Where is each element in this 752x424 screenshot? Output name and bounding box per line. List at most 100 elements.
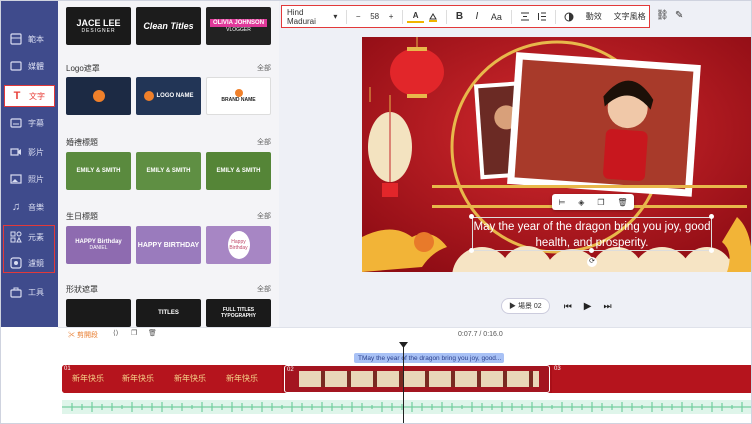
shape-thumb[interactable]: FULL TITLES TYPOGRAPHY [206,299,271,327]
text-template-thumb[interactable]: OLIVIA JOHNSON VLOGGER [206,7,271,45]
clip-frames [299,371,539,387]
sidebar-item-subtitles[interactable]: 字幕 [4,112,55,134]
divider [511,9,512,24]
edit-pen-icon[interactable]: ✎ [675,10,683,21]
delete-icon[interactable]: 🗑 [148,329,157,337]
sidebar-item-photos[interactable]: 照片 [4,168,55,190]
opacity-icon[interactable] [560,6,577,27]
sidebar-item-label: 範本 [28,34,44,44]
text-template-thumb[interactable]: Clean Titles [136,7,201,45]
bold-button[interactable]: B [451,6,468,27]
sidebar-item-video[interactable]: 影片 [4,141,55,163]
audio-track[interactable] [62,400,751,414]
font-size-input[interactable]: 58 [365,6,384,27]
scene-clip-2[interactable]: 02 [284,365,550,393]
resize-handle[interactable] [589,248,594,253]
playhead-marker-icon[interactable] [399,342,408,348]
see-all-link[interactable]: 全部 [257,63,271,73]
font-name: Hind Madurai [287,7,316,26]
scene-number: 01 [64,366,71,372]
thumb-title: LOGO NAME [156,93,194,99]
editor-window: 範本 媒體 T 文字 字幕 影片 照片 ♫ 音樂 元素 濾鏡 工具 JACE L… [0,0,752,424]
clip-greeting: 新年快乐 [72,374,104,383]
subtitle-icon [9,116,23,130]
sidebar-item-media[interactable]: 媒體 [4,55,55,77]
sidebar-item-templates[interactable]: 範本 [4,28,55,50]
resize-handle[interactable] [709,248,714,253]
logo-thumb[interactable]: BRAND NAME [206,77,271,115]
highlight-color-icon[interactable] [424,6,441,27]
font-size-decrease-button[interactable]: − [351,6,365,27]
scene-label: 場景 02 [517,303,542,310]
logo-circle-icon [234,89,243,97]
canvas-text: May the year of the dragon bring you joy… [473,221,711,249]
duplicate-icon[interactable]: ❐ [131,329,137,337]
divider [554,9,556,24]
next-icon[interactable]: ⏭ [604,301,612,312]
see-all-link[interactable]: 全部 [257,211,271,221]
split-clip-icon[interactable]: ⟨⟩ [113,329,118,337]
thumb-title: TITLES [158,310,179,316]
text-style-button[interactable]: 文字風格 [610,6,649,27]
layers-icon[interactable]: ◈ [578,198,584,207]
scene-clip-1[interactable]: 01 新年快乐 新年快乐 新年快乐 新年快乐 [62,365,282,393]
logo-thumb[interactable] [66,77,131,115]
shape-thumb[interactable] [66,299,131,327]
text-template-thumb[interactable]: JACE LEE DESIGNER [66,7,131,45]
rotate-icon[interactable]: ⟳ [587,257,597,267]
audio-waveform [62,402,751,412]
thumb-title: FULL TITLES TYPOGRAPHY [220,307,256,319]
sidebar-item-label: 音樂 [28,202,44,212]
play-small-icon: ▶ [509,303,518,310]
birthday-thumb[interactable]: Happy Birthday [206,226,271,264]
text-color-icon[interactable]: A [406,11,425,23]
scene-selector[interactable]: ▶ 場景 02 [501,298,550,314]
thumb-subtitle: DANIEL [89,245,108,251]
previous-icon[interactable]: ⏮ [564,301,572,312]
sidebar-item-label: 照片 [28,174,44,184]
play-icon[interactable]: ▶ [584,301,592,312]
timeline: ✂ 剪開段 ⟨⟩ ❐ 🗑 0:07.7 / 0:16.0 T May the y… [58,327,751,423]
birthday-thumb[interactable]: HAPPY BIRTHDAY [136,226,201,264]
text-case-button[interactable]: Aa [486,6,507,27]
clip-greeting: 新年快乐 [174,374,206,383]
duplicate-icon[interactable]: ❐ [597,198,604,207]
see-all-link[interactable]: 全部 [257,137,271,147]
font-select[interactable]: Hind Madurai ▾ [282,6,342,27]
thumb-subtitle: DESIGNER [81,28,116,34]
italic-button[interactable]: I [468,6,485,27]
see-all-link[interactable]: 全部 [257,284,271,294]
photo-icon [9,172,23,186]
wedding-thumb[interactable]: EMILY & SMITH [206,152,271,190]
sidebar: 範本 媒體 T 文字 字幕 影片 照片 ♫ 音樂 元素 濾鏡 工具 [1,1,58,327]
logo-thumb[interactable]: LOGO NAME [136,77,201,115]
line-spacing-icon[interactable] [533,6,550,27]
align-icon[interactable]: ⊨ [558,198,565,207]
sidebar-item-music[interactable]: ♫ 音樂 [4,196,55,218]
font-size-increase-button[interactable]: + [384,6,398,27]
animation-button[interactable]: 動效 [577,6,610,27]
sidebar-item-text[interactable]: T 文字 [4,85,55,107]
scene-clip-3[interactable]: 03 [552,365,751,393]
split-button[interactable]: ✂ 剪開段 [68,330,98,340]
resize-handle[interactable] [469,248,474,253]
resize-handle[interactable] [469,214,474,219]
resize-handle[interactable] [709,214,714,219]
video-track: 01 新年快乐 新年快乐 新年快乐 新年快乐 02 03 [62,365,751,393]
timeline-toolbar: ✂ 剪開段 ⟨⟩ ❐ 🗑 0:07.7 / 0:16.0 [58,328,751,342]
caption-clip[interactable]: T May the year of the dragon bring you j… [354,353,504,363]
wedding-thumb[interactable]: EMILY & SMITH [66,152,131,190]
tools-icon [9,285,23,299]
sidebar-item-tools[interactable]: 工具 [4,281,55,303]
shape-thumb[interactable]: TITLES [136,299,201,327]
section-title-wedding: 婚禮標題 [66,138,98,147]
playhead[interactable] [403,344,404,423]
selected-text-box[interactable]: May the year of the dragon bring you joy… [472,217,712,251]
align-center-icon[interactable] [516,6,533,27]
text-toolbar: Hind Madurai ▾ − 58 + A B I Aa 動效 文字風格 [281,5,650,28]
wedding-thumb[interactable]: EMILY & SMITH [136,152,201,190]
link-icon[interactable]: ⛓ [656,10,669,21]
birthday-thumb[interactable]: HAPPY Birthday DANIEL [66,226,131,264]
delete-icon[interactable]: 🗑 [617,198,627,207]
chevron-down-icon: ▾ [333,12,338,21]
